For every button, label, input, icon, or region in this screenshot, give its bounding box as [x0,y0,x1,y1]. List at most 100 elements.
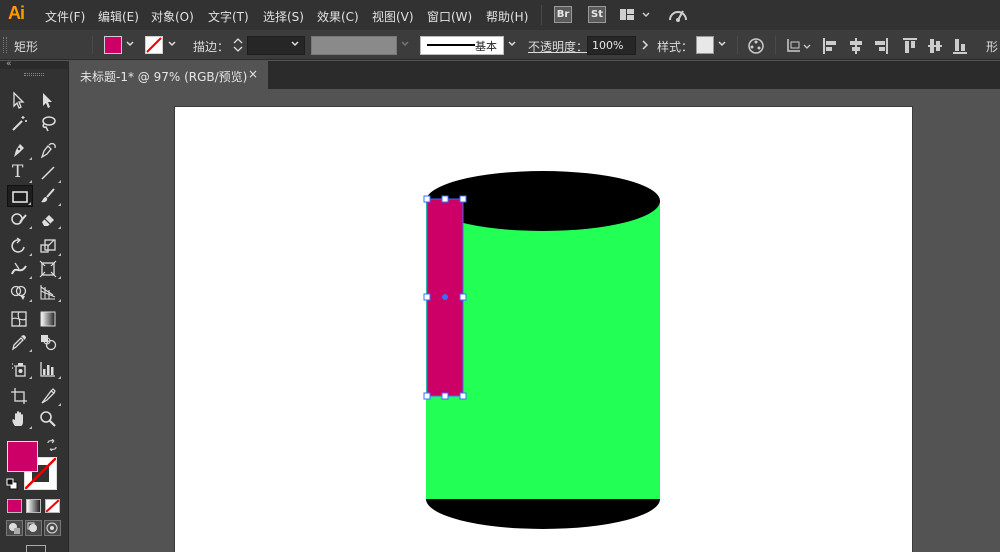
stroke-color-swatch[interactable] [145,36,163,54]
object-type-label: 矩形 [14,40,39,54]
opacity-expand-icon[interactable] [640,39,650,51]
align-right-icon[interactable] [873,37,889,55]
graphic-style-swatch[interactable] [696,36,714,54]
collapse-panel-icon[interactable]: « [6,59,12,69]
align-horizontal-center-icon[interactable] [848,37,864,55]
stroke-dropdown-icon[interactable] [167,39,177,49]
align-to-icon[interactable] [785,37,813,55]
document-tab-bar: 未标题-1* @ 97% (RGB/预览) × [70,61,1000,89]
shape-builder-tool-icon[interactable] [7,281,33,303]
eraser-tool-icon[interactable] [36,208,62,230]
handle-top-center[interactable] [441,195,449,203]
menu-select[interactable]: 选择(S) [263,8,304,25]
paintbrush-tool-icon[interactable] [36,185,62,207]
control-divider [775,36,776,54]
align-vertical-center-icon[interactable] [927,37,943,55]
align-bottom-icon[interactable] [952,37,968,55]
column-graph-tool-icon[interactable] [36,358,62,380]
hand-tool-icon[interactable] [7,408,33,430]
stroke-weight-stepper-icon[interactable] [232,37,244,53]
handle-bottom-left[interactable] [423,392,431,400]
canvas-area[interactable] [70,89,1000,552]
gradient-tool-icon[interactable] [36,308,62,330]
artboard-tool-icon[interactable] [7,385,33,407]
scale-tool-icon[interactable] [36,235,62,257]
document-tab[interactable]: 未标题-1* @ 97% (RGB/预览) × [70,61,268,89]
profile-dropdown-icon [401,41,409,47]
fill-color-swatch[interactable] [104,36,122,54]
align-left-icon[interactable] [822,37,838,55]
menu-object[interactable]: 对象(O) [151,8,194,25]
opacity-input[interactable]: 100% [587,36,636,55]
tools-panel: « T [0,59,69,552]
fill-color-box[interactable] [7,441,38,472]
control-divider [737,36,738,54]
artboard[interactable] [174,106,913,552]
blend-tool-icon[interactable] [36,331,62,353]
variable-width-profile[interactable] [311,36,397,55]
bridge-button[interactable]: Br [554,6,572,23]
brush-dropdown-icon[interactable] [507,39,517,49]
rotate-tool-icon[interactable] [7,235,33,257]
color-mode-button[interactable] [7,499,22,513]
panel-grip[interactable] [3,37,7,53]
direct-selection-tool-icon[interactable] [36,89,62,111]
brush-definition[interactable]: 基本 [420,36,504,55]
handle-bottom-right[interactable] [459,392,467,400]
close-tab-icon[interactable]: × [248,67,258,81]
swap-fill-stroke-icon[interactable] [46,439,58,451]
curvature-tool-icon[interactable] [36,139,62,161]
symbol-sprayer-tool-icon[interactable] [7,358,33,380]
menu-help[interactable]: 帮助(H) [486,8,528,25]
lasso-tool-icon[interactable] [36,112,62,134]
gpu-performance-icon[interactable] [667,6,689,27]
menu-edit[interactable]: 编辑(E) [98,8,139,25]
perspective-grid-tool-icon[interactable] [36,281,62,303]
handle-middle-left[interactable] [423,293,431,301]
workspace-switcher-icon[interactable] [619,6,653,27]
align-top-icon[interactable] [902,37,918,55]
recolor-artwork-icon[interactable] [747,37,765,55]
panel-grip[interactable] [24,73,44,76]
eyedropper-tool-icon[interactable] [7,331,33,353]
draw-inside-icon[interactable] [44,520,61,536]
artwork [423,171,660,529]
stock-button[interactable]: St [588,6,606,23]
menu-file[interactable]: 文件(F) [45,8,85,25]
menu-type[interactable]: 文字(T) [208,8,249,25]
draw-normal-icon[interactable] [6,520,23,536]
handle-top-right[interactable] [459,195,467,203]
line-segment-tool-icon[interactable] [36,162,62,184]
fill-dropdown-icon[interactable] [125,39,135,49]
zoom-tool-icon[interactable] [36,408,62,430]
stroke-label: 描边： [193,40,230,54]
type-tool-icon[interactable]: T [7,162,33,184]
opacity-label[interactable]: 不透明度： [528,38,588,55]
free-transform-tool-icon[interactable] [36,258,62,280]
handle-middle-right[interactable] [459,293,467,301]
center-point [442,294,448,300]
document-tab-title: 未标题-1* @ 97% (RGB/预览) [80,70,248,84]
tools-panel-header: « [0,59,69,69]
none-mode-button[interactable] [45,499,60,513]
slice-tool-icon[interactable] [36,385,62,407]
gradient-mode-button[interactable] [26,499,41,513]
pen-tool-icon[interactable] [7,139,33,161]
menu-effect[interactable]: 效果(C) [317,8,359,25]
shape-label[interactable]: 形 [986,38,998,55]
style-dropdown-icon[interactable] [717,39,727,49]
mesh-tool-icon[interactable] [7,308,33,330]
draw-behind-icon[interactable] [25,520,42,536]
menu-view[interactable]: 视图(V) [372,8,414,25]
magic-wand-tool-icon[interactable] [7,112,33,134]
default-fill-stroke-icon[interactable] [6,478,18,490]
screen-mode-icon[interactable] [26,545,46,552]
selection-tool-icon[interactable] [7,89,33,111]
stroke-weight-dropdown-icon[interactable] [290,39,300,49]
menu-window[interactable]: 窗口(W) [427,8,472,25]
shaper-tool-icon[interactable] [7,208,33,230]
width-tool-icon[interactable] [7,258,33,280]
handle-bottom-center[interactable] [441,392,449,400]
handle-top-left[interactable] [423,195,431,203]
rectangle-tool-icon[interactable] [7,185,33,207]
